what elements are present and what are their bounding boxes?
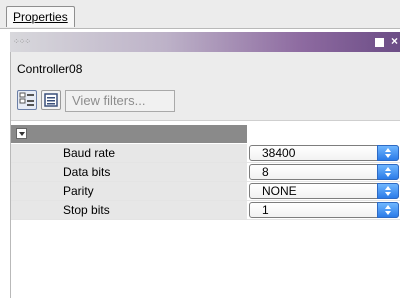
list-icon: [44, 93, 58, 107]
tab-properties[interactable]: Properties: [6, 6, 75, 27]
select-value: 1: [262, 203, 269, 217]
property-row: Data bits 8: [11, 163, 400, 182]
select-value: 8: [262, 165, 269, 179]
parity-select[interactable]: NONE: [249, 183, 399, 199]
collapse-icon[interactable]: [16, 128, 27, 139]
panel-titlebar[interactable]: ⁘⁘⁘ ×: [10, 32, 400, 52]
properties-pane: Controller08 View filters... Baud rate 3…: [10, 52, 400, 298]
property-label: Data bits: [11, 163, 247, 181]
property-label: Stop bits: [11, 201, 247, 219]
view-filters-button[interactable]: View filters...: [65, 90, 175, 112]
property-value-cell: 8: [247, 163, 400, 181]
object-name-bar: Controller08: [11, 52, 400, 85]
alphabetical-view-button[interactable]: [41, 90, 61, 110]
tab-strip: Properties: [0, 0, 400, 29]
categorized-icon: [19, 92, 34, 106]
select-stepper-icon[interactable]: [377, 164, 399, 180]
select-stepper-icon[interactable]: [377, 183, 399, 199]
property-label: Parity: [11, 182, 247, 200]
properties-toolbar: View filters...: [11, 84, 400, 121]
data-bits-select[interactable]: 8: [249, 164, 399, 180]
drag-grip-icon[interactable]: ⁘⁘⁘: [13, 38, 31, 46]
select-stepper-icon[interactable]: [377, 145, 399, 161]
empty-area: [11, 226, 400, 298]
property-row: Baud rate 38400: [11, 144, 400, 163]
property-row: Parity NONE: [11, 182, 400, 201]
select-value: NONE: [262, 184, 297, 198]
property-group-header[interactable]: [11, 125, 400, 143]
property-value-cell: 1: [247, 201, 400, 219]
property-label: Baud rate: [11, 144, 247, 162]
select-stepper-icon[interactable]: [377, 202, 399, 218]
property-row: Stop bits 1: [11, 201, 400, 220]
object-name: Controller08: [17, 62, 83, 76]
property-value-cell: 38400: [247, 144, 400, 162]
close-icon[interactable]: ×: [391, 34, 398, 48]
categorized-view-button[interactable]: [17, 90, 37, 110]
group-header-value-area: [247, 125, 400, 143]
maximize-icon[interactable]: [375, 38, 384, 47]
stop-bits-select[interactable]: 1: [249, 202, 399, 218]
select-value: 38400: [262, 146, 296, 160]
property-value-cell: NONE: [247, 182, 400, 200]
baud-rate-select[interactable]: 38400: [249, 145, 399, 161]
